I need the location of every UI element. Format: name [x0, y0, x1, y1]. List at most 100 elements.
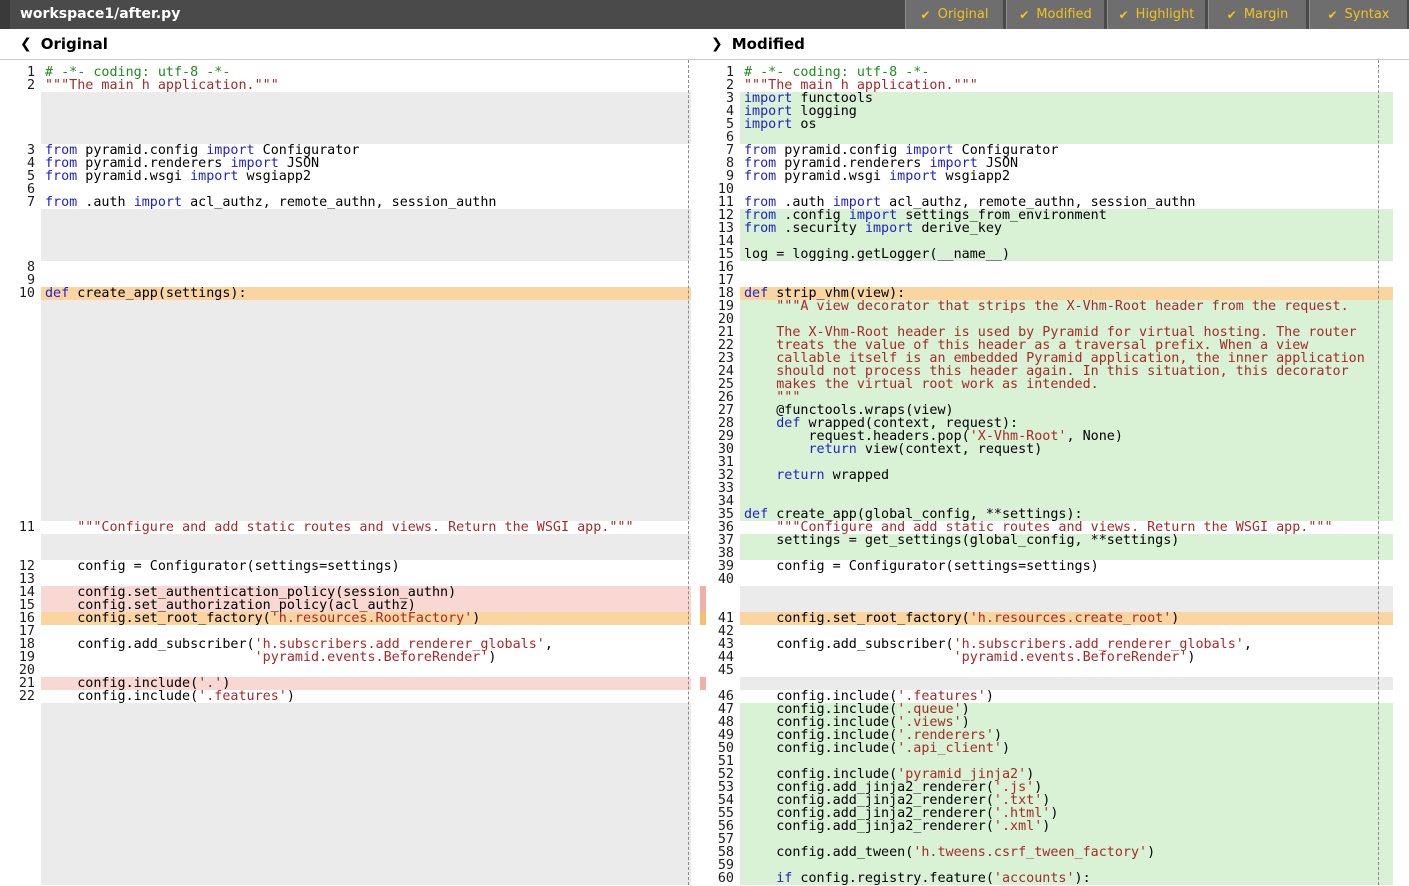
original-pane-header: ❮ Original [0, 35, 700, 53]
filler-row [0, 456, 700, 469]
code-text: config.set_root_factory('h.resources.Roo… [41, 612, 691, 625]
line-number: 4 [706, 105, 740, 118]
filler-row [0, 833, 700, 846]
code-text [41, 391, 691, 404]
filler-row [0, 326, 700, 339]
toolbar: ✔Original✔Modified✔Highlight✔Margin✔Synt… [902, 0, 1409, 29]
code-text: return wrapped [740, 469, 1393, 482]
code-text [41, 456, 691, 469]
code-text [740, 261, 1393, 274]
code-text [41, 326, 691, 339]
code-text [41, 573, 691, 586]
code-text: import logging [740, 105, 1393, 118]
code-text [41, 534, 691, 547]
marker-strip [0, 352, 7, 365]
line-number: 5 [7, 170, 41, 183]
toggle-modified-button[interactable]: ✔Modified [1006, 0, 1104, 29]
filler-row [0, 378, 700, 391]
code-text: from pyramid.wsgi import wsgiapp2 [41, 170, 691, 183]
marker-strip [0, 716, 7, 729]
code-line: 40 [700, 573, 1409, 586]
line-number [7, 313, 41, 326]
code-text: import functools [740, 92, 1393, 105]
toggle-highlight-button[interactable]: ✔Highlight [1107, 0, 1205, 29]
code-text: from .config import settings_from_enviro… [740, 209, 1393, 222]
code-line: 4import logging [700, 105, 1409, 118]
code-text [740, 625, 1393, 638]
code-line: 14 config.set_authentication_policy(sess… [0, 586, 700, 599]
toggle-margin-button[interactable]: ✔Margin [1208, 0, 1306, 29]
code-line: 11 """Configure and add static routes an… [0, 521, 700, 534]
line-number [7, 326, 41, 339]
marker-strip [0, 521, 7, 534]
marker-strip [0, 131, 7, 144]
code-line: 5import os [700, 118, 1409, 131]
code-line: 34 [700, 495, 1409, 508]
code-line: 14 [700, 235, 1409, 248]
collapse-original-icon[interactable]: ❮ [20, 36, 32, 52]
marker-strip [0, 79, 7, 92]
line-number: 8 [706, 157, 740, 170]
code-line: 23 callable itself is an embedded Pyrami… [700, 352, 1409, 365]
code-line: 1# -*- coding: utf-8 -*- [0, 66, 700, 79]
code-line: 22 treats the value of this header as a … [700, 339, 1409, 352]
titlebar-notch [0, 0, 10, 29]
marker-strip [0, 664, 7, 677]
code-line: 2"""The main h application.""" [700, 79, 1409, 92]
code-line: 9 [0, 274, 700, 287]
code-text [740, 235, 1393, 248]
filler-row [0, 508, 700, 521]
code-line: 19 'pyramid.events.BeforeRender') [0, 651, 700, 664]
code-text: """The main h application.""" [740, 79, 1393, 92]
code-text [41, 417, 691, 430]
code-text: config.add_jinja2_renderer('.txt') [740, 794, 1393, 807]
marker-strip [0, 274, 7, 287]
code-text [41, 274, 691, 287]
line-number [7, 430, 41, 443]
line-number [7, 92, 41, 105]
code-text [41, 352, 691, 365]
line-number: 5 [706, 118, 740, 131]
toggle-syntax-button[interactable]: ✔Syntax [1309, 0, 1407, 29]
code-line: 59 [700, 859, 1409, 872]
marker-strip [0, 599, 7, 612]
toggle-original-button[interactable]: ✔Original [905, 0, 1003, 29]
filler-row [0, 872, 700, 885]
line-number [7, 300, 41, 313]
code-line: 12 config = Configurator(settings=settin… [0, 560, 700, 573]
line-number [7, 781, 41, 794]
filler-row [0, 235, 700, 248]
filler-row [0, 768, 700, 781]
code-line: 12from .config import settings_from_envi… [700, 209, 1409, 222]
code-text [740, 755, 1393, 768]
code-line: 51 [700, 755, 1409, 768]
code-text [41, 92, 691, 105]
marker-strip [0, 339, 7, 352]
code-text: from .security import derive_key [740, 222, 1393, 235]
code-text: config.include('.queue') [740, 703, 1393, 716]
code-line: 48 config.include('.views') [700, 716, 1409, 729]
code-text: def create_app(settings): [41, 287, 691, 300]
marker-strip [0, 144, 7, 157]
code-line: 27 @functools.wraps(view) [700, 404, 1409, 417]
original-pane-title: Original [41, 35, 108, 53]
line-number [7, 391, 41, 404]
line-number [7, 833, 41, 846]
marker-strip [0, 430, 7, 443]
collapse-modified-icon[interactable]: ❯ [711, 36, 723, 52]
code-text: 'pyramid.events.BeforeRender') [740, 651, 1393, 664]
code-line: 1# -*- coding: utf-8 -*- [700, 66, 1409, 79]
marker-strip [0, 443, 7, 456]
filler-row [0, 859, 700, 872]
code-text [740, 131, 1393, 144]
code-text: request.headers.pop('X-Vhm-Root', None) [740, 430, 1393, 443]
marker-strip [0, 651, 7, 664]
code-text: config.add_jinja2_renderer('.xml') [740, 820, 1393, 833]
code-text [41, 300, 691, 313]
marker-strip [0, 222, 7, 235]
code-line: 15log = logging.getLogger(__name__) [700, 248, 1409, 261]
code-text [41, 222, 691, 235]
marker-strip [0, 404, 7, 417]
code-text [41, 729, 691, 742]
filler-row [0, 534, 700, 547]
